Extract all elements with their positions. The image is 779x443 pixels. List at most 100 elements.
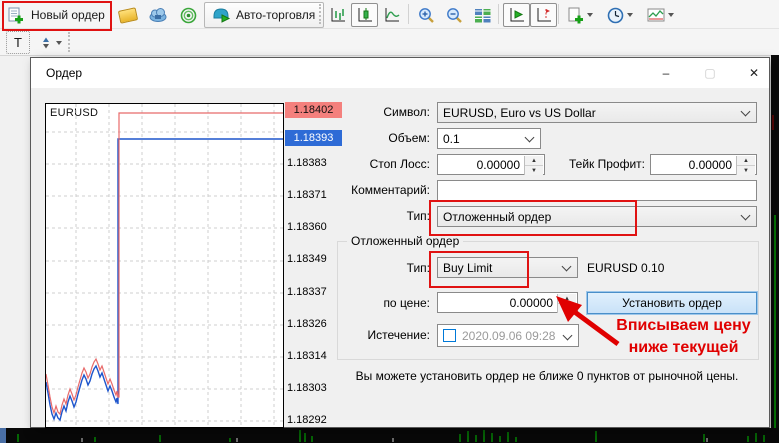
toolbar-row-2: T M1M5M15M30H1H4D1W1MN (0, 28, 779, 82)
place-order-label: Установить ордер (622, 296, 722, 310)
new-chart-button[interactable] (563, 3, 602, 27)
text-tool-glyph: T (14, 35, 22, 50)
symbol-combo[interactable]: EURUSD, Euro vs US Dollar (437, 102, 757, 123)
market-button[interactable] (114, 3, 142, 27)
price-scale-label: 1.18292 (287, 414, 327, 427)
caret-down-icon (55, 40, 62, 45)
chart-shift-button[interactable] (530, 3, 557, 27)
ask-line (46, 112, 283, 416)
background-chart-bottom-strip: 1.18570 (0, 428, 779, 443)
background-volume-ticks (17, 430, 765, 442)
zoom-out-button[interactable] (440, 3, 468, 27)
pending-summary: EURUSD 0.10 (587, 261, 665, 275)
pending-type-value: Buy Limit (443, 260, 493, 275)
zoom-in-button[interactable] (412, 3, 440, 27)
market-icon (117, 6, 139, 24)
dialog-title: Ордер (46, 66, 83, 80)
toolbar-grip[interactable] (68, 32, 71, 52)
zoom-out-icon (446, 7, 462, 23)
bar-chart-icon (331, 8, 345, 22)
auto-trading-button[interactable]: Авто-торговля (204, 2, 325, 28)
hosting-icon (149, 8, 167, 22)
toolbar-row-1: Новый ордер Авто-торговля (0, 0, 779, 31)
auto-scroll-icon (510, 8, 524, 22)
pending-type-combo[interactable]: Buy Limit (437, 257, 578, 278)
candlestick-chart-icon (358, 8, 372, 22)
dialog-titlebar[interactable]: Ордер – ▢ ✕ (31, 58, 769, 88)
price-scale-label: 1.18314 (287, 349, 327, 362)
price-scale-label: 1.18303 (287, 382, 327, 395)
auto-trading-icon (213, 8, 231, 23)
price-scale-label: 1.18360 (287, 221, 327, 234)
expiry-label: Истечение: (367, 328, 430, 342)
annotation-line-1: Вписываем цену (616, 317, 751, 334)
minimize-button[interactable]: – (651, 62, 681, 83)
order-dialog: Ордер – ▢ ✕ EURUSD 1.18402 1.18393 Симво… (30, 57, 770, 428)
price-scale-label: 1.18383 (287, 157, 327, 169)
candlestick-chart-button[interactable] (351, 3, 378, 27)
chevron-down-icon (740, 210, 751, 221)
order-type-combo[interactable]: Отложенный ордер (437, 206, 757, 227)
signals-icon (180, 7, 196, 23)
price-scale-label: 1.18371 (287, 189, 327, 202)
caret-down-icon (627, 13, 633, 17)
indicators-icon (647, 8, 665, 22)
tile-windows-icon (474, 8, 490, 22)
toolbar-separator (558, 4, 559, 24)
indicators-button[interactable] (643, 3, 682, 27)
toolbar-grip[interactable] (319, 4, 322, 24)
toolbar-separator (498, 4, 499, 24)
take-profit-field[interactable]: 0.00000 ▲ ▼ (650, 154, 757, 175)
background-chart-right-strip (771, 55, 779, 428)
spinner-up-icon[interactable]: ▲ (737, 156, 755, 166)
cycle-arrows-icon (42, 37, 49, 48)
line-chart-icon (385, 8, 400, 22)
symbol-label: Символ: (383, 105, 430, 119)
close-icon: ✕ (748, 65, 760, 80)
line-chart-button[interactable] (378, 3, 405, 27)
comment-input[interactable] (437, 180, 757, 201)
maximize-button[interactable]: ▢ (695, 62, 725, 83)
chart-shift-icon (537, 8, 551, 22)
minimize-icon: – (662, 65, 670, 80)
volume-label: Объем: (388, 131, 430, 145)
caret-down-icon (587, 13, 593, 17)
main-toolbar: Новый ордер Авто-торговля T (0, 0, 779, 82)
signals-button[interactable] (174, 3, 202, 27)
price-scale-label: 1.18337 (287, 285, 327, 298)
order-type-value: Отложенный ордер (443, 209, 552, 224)
caret-down-icon (668, 13, 674, 17)
auto-trading-label: Авто-торговля (236, 8, 316, 22)
price-label: по цене: (383, 296, 430, 310)
hosting-button[interactable] (144, 3, 172, 27)
price-scale-label: 1.18349 (287, 253, 327, 266)
new-order-icon (8, 7, 23, 24)
spinner-down-icon[interactable]: ▼ (737, 166, 755, 175)
bar-chart-button[interactable] (324, 3, 351, 27)
expiry-value: 2020.09.06 09:28 (462, 328, 556, 343)
background-ticks (772, 115, 776, 428)
chevron-down-icon (561, 261, 572, 272)
annotation-line-2: ниже текущей (628, 339, 739, 356)
take-profit-label: Тейк Профит: (569, 157, 645, 171)
zoom-in-icon (418, 7, 434, 23)
auto-scroll-button[interactable] (503, 3, 530, 27)
volume-combo[interactable]: 0.1 (437, 128, 541, 149)
tick-chart (46, 104, 283, 427)
new-order-label: Новый ордер (31, 8, 105, 22)
pending-order-group-title: Отложенный ордер (347, 234, 464, 248)
volume-value: 0.1 (443, 131, 460, 146)
cycle-arrows-button[interactable] (34, 31, 66, 54)
periodicity-clock-icon (607, 7, 624, 23)
price-scale-label: 1.18326 (287, 317, 327, 330)
symbol-value: EURUSD, Euro vs US Dollar (443, 105, 596, 120)
bid-line (46, 138, 283, 422)
toolbar-separator (408, 4, 409, 24)
expiry-checkbox[interactable] (443, 329, 456, 342)
text-tool-icon[interactable]: T (6, 31, 30, 54)
screen: Новый ордер Авто-торговля T Ордер – ▢ ✕ … (0, 0, 779, 443)
new-order-button[interactable]: Новый ордер (4, 3, 112, 27)
close-button[interactable]: ✕ (739, 62, 769, 83)
periodicity-clock-button[interactable] (603, 3, 642, 27)
tile-windows-button[interactable] (468, 3, 496, 27)
